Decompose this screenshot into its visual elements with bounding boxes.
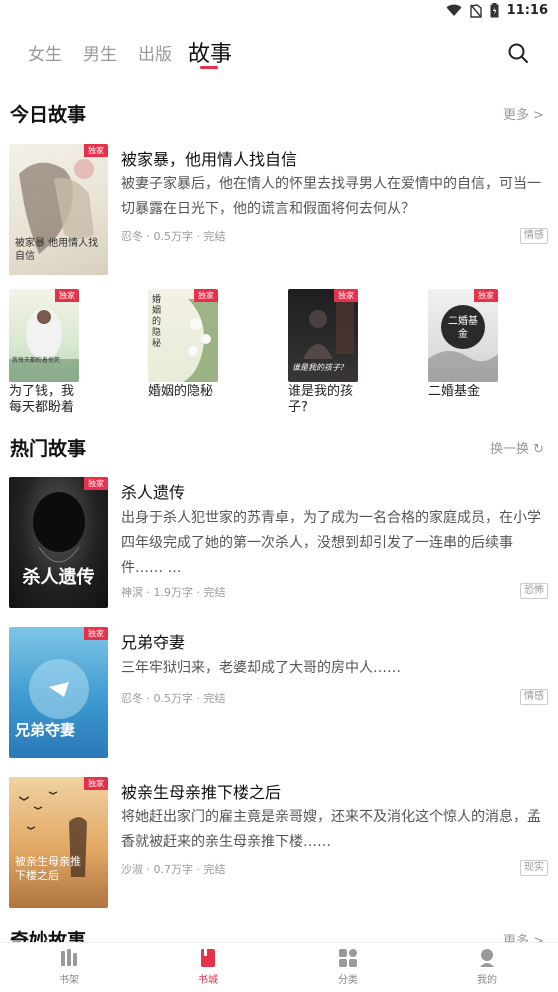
hot-book-desc: 将她赶出家门的雇主竟是亲哥嫂，还来不及消化这个惊人的消息，孟香就被赶来的亲生母亲… bbox=[121, 809, 541, 850]
grid-book-cover: 谁是我的孩子? 独家 bbox=[288, 289, 358, 382]
section-today-header: 今日故事 更多 > bbox=[10, 100, 544, 126]
active-tab-indicator bbox=[200, 66, 218, 69]
refresh-button[interactable]: 换一换 ↻ bbox=[490, 438, 544, 457]
hot-book-cover: 兄弟夺妻 独家 bbox=[9, 627, 108, 758]
hot-book-title: 被亲生母亲推下楼之后 bbox=[121, 783, 282, 802]
hot-book-title: 杀人遗传 bbox=[121, 483, 186, 502]
grid-book-title: 谁是我的孩子? bbox=[288, 384, 354, 415]
hot-book-title: 兄弟夺妻 bbox=[121, 633, 186, 652]
status-bar: 11:16 bbox=[0, 0, 558, 24]
section-hot-header: 热门故事 换一换 ↻ bbox=[10, 434, 544, 460]
bottom-nav-label: 书架 bbox=[59, 975, 79, 986]
hot-book-meta: 神溟 · 1.9万字 · 完结 bbox=[121, 586, 226, 599]
hot-book-cover: 被亲生母亲推下楼之后 独家 bbox=[9, 777, 108, 908]
exclusive-badge: 独家 bbox=[194, 289, 218, 302]
featured-book-desc: 被妻子家暴后，他在情人的怀里去找寻男人在爱情中的自信，可当一切暴露在日光下，他的… bbox=[121, 176, 541, 217]
grid-cover-title: 婚姻的隐秘 bbox=[152, 295, 162, 349]
hot-book-tag: 情感 bbox=[520, 689, 548, 705]
status-icons: 11:16 bbox=[446, 3, 548, 18]
tab-female[interactable]: 女生 bbox=[28, 40, 62, 65]
bottom-nav-label: 我的 bbox=[477, 975, 497, 986]
section-today-title: 今日故事 bbox=[10, 104, 87, 126]
search-icon[interactable] bbox=[506, 41, 530, 65]
featured-book-cover: 被家暴 他用情人找自信 独家 bbox=[9, 144, 108, 275]
hot-book-tag: 现实 bbox=[520, 860, 548, 876]
featured-book-meta: 忍冬 · 0.5万字 · 完结 bbox=[121, 230, 226, 243]
cover-illustration-icon bbox=[18, 791, 87, 877]
top-nav: 女生 男生 出版 故事 bbox=[28, 36, 542, 76]
featured-cover-title: 被家暴 他用情人找自信 bbox=[15, 238, 99, 262]
hot-cover-title: 杀人遗传 bbox=[22, 567, 95, 588]
grid-cover-title: 谁是我的孩子? bbox=[292, 363, 345, 372]
section-hot-title: 热门故事 bbox=[10, 438, 87, 460]
featured-book-tag: 情感 bbox=[520, 228, 548, 244]
profile-icon bbox=[480, 949, 494, 967]
grid-cover-title: 二婚基金 bbox=[448, 316, 478, 340]
grid-book-cover: 二婚基金 独家 bbox=[428, 289, 498, 382]
bottom-nav-label: 书城 bbox=[198, 975, 218, 986]
exclusive-badge: 独家 bbox=[55, 289, 79, 302]
wifi-icon bbox=[446, 4, 462, 16]
hot-book-meta: 忍冬 · 0.5万字 · 完结 bbox=[121, 692, 226, 705]
hot-book-meta: 沙淑 · 0.7万字 · 完结 bbox=[121, 863, 226, 876]
hot-cover-title: 兄弟夺妻 bbox=[15, 721, 76, 739]
tab-publishing[interactable]: 出版 bbox=[138, 40, 172, 65]
bottom-nav-bookstore[interactable]: 书城 bbox=[168, 947, 248, 986]
hot-book-desc: 三年牢狱归来，老婆却成了大哥的房中人…… bbox=[121, 660, 401, 676]
cover-illustration-icon bbox=[9, 308, 79, 382]
grid-book-cover: 婚姻的隐秘 独家 bbox=[148, 289, 218, 382]
grid-book-title: 为了钱，我每天都盼着 bbox=[9, 384, 75, 415]
bookshelf-icon bbox=[61, 949, 77, 966]
grid-book-title: 二婚基金 bbox=[428, 384, 481, 399]
status-time: 11:16 bbox=[506, 3, 548, 18]
hot-book-desc: 出身于杀人犯世家的苏青卓，为了成为一名合格的家庭成员，在小学四年级完成了她的第一… bbox=[121, 510, 541, 576]
bottom-nav-bookshelf[interactable]: 书架 bbox=[29, 947, 109, 986]
grid-cover-title: 我每天都盼着他死 bbox=[12, 357, 61, 364]
hot-book-tag: 恐怖 bbox=[520, 583, 548, 599]
no-sim-icon bbox=[469, 3, 482, 18]
bottom-nav-category[interactable]: 分类 bbox=[308, 947, 388, 986]
grid-book-cover: 我每天都盼着他死 独家 bbox=[9, 289, 79, 382]
battery-icon bbox=[490, 3, 499, 18]
bottom-nav: 书架 书城 分类 我的 bbox=[0, 942, 558, 992]
bookstore-icon bbox=[201, 949, 215, 967]
bottom-nav-profile[interactable]: 我的 bbox=[447, 947, 527, 986]
exclusive-badge: 独家 bbox=[334, 289, 358, 302]
category-icon bbox=[339, 949, 357, 967]
exclusive-badge: 独家 bbox=[84, 144, 108, 157]
hot-book-cover: 杀人遗传 独家 bbox=[9, 477, 108, 608]
bottom-nav-label: 分类 bbox=[338, 975, 358, 986]
grid-book-title: 婚姻的隐秘 bbox=[148, 384, 214, 399]
exclusive-badge: 独家 bbox=[84, 777, 108, 790]
featured-book-title: 被家暴，他用情人找自信 bbox=[121, 150, 298, 169]
exclusive-badge: 独家 bbox=[84, 477, 108, 490]
tab-stories[interactable]: 故事 bbox=[188, 36, 232, 68]
exclusive-badge: 独家 bbox=[84, 627, 108, 640]
exclusive-badge: 独家 bbox=[474, 289, 498, 302]
hot-cover-title: 被亲生母亲推下楼之后 bbox=[15, 855, 81, 882]
tab-male[interactable]: 男生 bbox=[83, 40, 117, 65]
section-today-more-link[interactable]: 更多 > bbox=[503, 104, 544, 123]
